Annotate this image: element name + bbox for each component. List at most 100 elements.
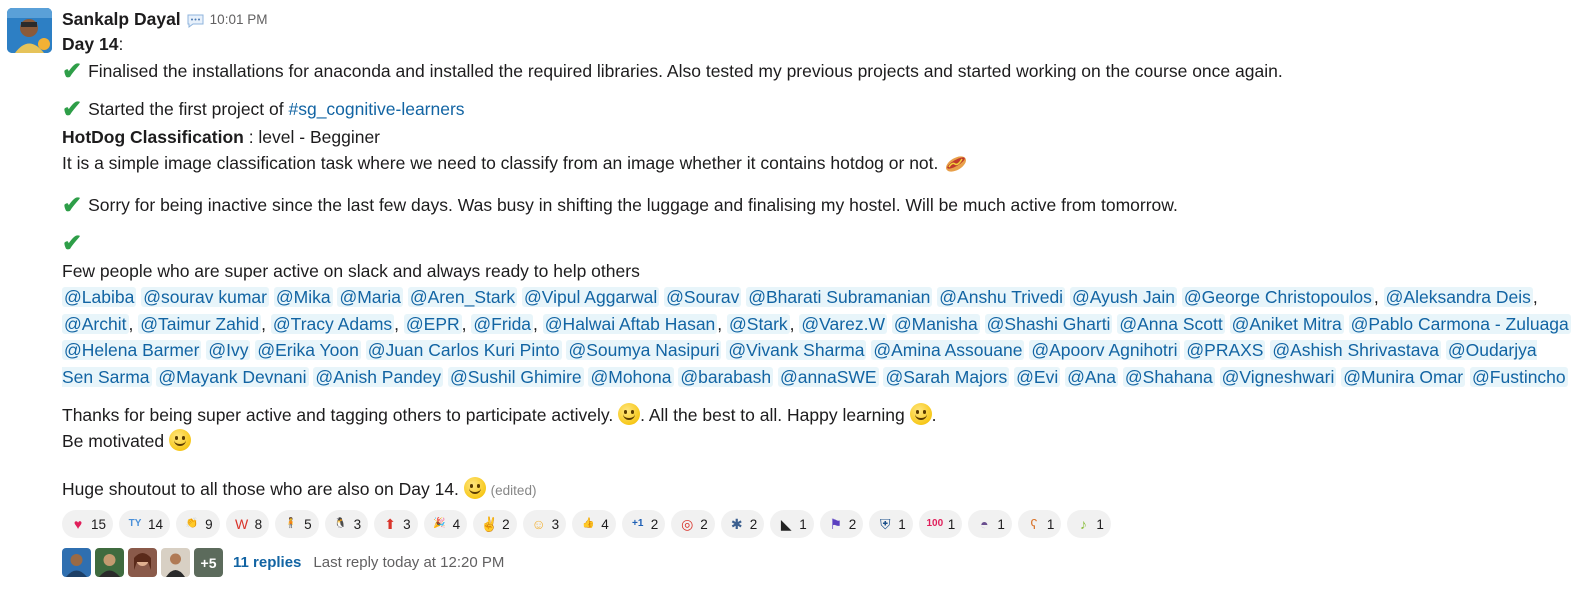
reaction-pill[interactable]: TY 14 — [119, 510, 171, 539]
shield-icon: ⛨ — [880, 516, 891, 533]
user-mention[interactable]: @Helena Barmer — [62, 340, 202, 361]
reaction-pill[interactable]: ♥ 15 — [62, 510, 114, 539]
reaction-pill[interactable]: ◎ 2 — [671, 510, 715, 539]
user-mention[interactable]: @Stark — [727, 313, 790, 334]
user-mention[interactable]: @Sarah Majors — [883, 367, 1010, 388]
replies-link[interactable]: 11 replies — [233, 554, 301, 571]
user-mention[interactable]: @Evi — [1014, 367, 1061, 388]
reaction-count: 3 — [403, 516, 411, 532]
user-mention[interactable]: @Halwai Aftab Hasan — [542, 313, 718, 334]
reaction-pill[interactable]: ✱ 2 — [720, 510, 765, 539]
reaction-pill[interactable]: ⬆ 3 — [374, 510, 418, 539]
user-mention[interactable]: @Soumya Nasipuri — [566, 340, 722, 361]
reaction-pill[interactable]: ʕ1 — [1017, 510, 1062, 539]
reaction-pill[interactable]: 🐧 3 — [324, 510, 369, 539]
reply-avatar — [95, 548, 124, 578]
reaction-pill[interactable]: ♪ 1 — [1067, 510, 1111, 539]
user-mention[interactable]: @Frida — [471, 313, 534, 334]
reaction-count: 2 — [848, 516, 857, 532]
more-avatars-badge: +5 — [194, 548, 223, 578]
thanks-text-a: Thanks for being super active and taggin… — [62, 404, 619, 425]
message-header: Sankalp Dayal 10:01 PM — [62, 7, 1572, 31]
project-level: : level - Begginer — [243, 126, 381, 147]
user-mention[interactable]: @Taimur Zahid — [138, 313, 262, 334]
reaction-pill[interactable]: ☺ 3 — [522, 510, 567, 539]
user-mention[interactable]: @Munira Omar — [1341, 367, 1466, 388]
user-mention[interactable]: @Varez.W — [799, 313, 887, 334]
user-mention[interactable]: @Fustincho — [1470, 367, 1568, 388]
user-mention[interactable]: @Aleksandra Deis — [1383, 287, 1533, 307]
project-line: HotDog Classification : level - Begginer — [62, 124, 1572, 151]
user-mention[interactable]: @annaSWE — [778, 367, 879, 388]
user-mention[interactable]: @Vipul Aggarwal — [522, 287, 660, 307]
check-mark-icon: ✔ — [62, 230, 83, 257]
day-colon: : — [118, 34, 124, 54]
user-mention[interactable]: @Ashish Shrivastava — [1270, 340, 1441, 361]
user-mention[interactable]: @Aren_Stark — [407, 287, 518, 307]
reaction-pill[interactable]: 🎉 4 — [423, 510, 468, 539]
user-mention[interactable]: @Shashi Gharti — [984, 313, 1113, 334]
user-mention[interactable]: @Anna Scott — [1117, 313, 1225, 334]
user-mention[interactable]: @Maria — [337, 287, 403, 307]
user-mention[interactable]: @Labiba — [62, 287, 137, 307]
user-mention[interactable]: @Erika Yoon — [255, 340, 361, 361]
message: Sankalp Dayal 10:01 PM Day 14: ✔ Finalise… — [0, 0, 1582, 614]
user-mention[interactable]: @Ayush Jain — [1069, 287, 1178, 307]
reaction-count: 14 — [148, 516, 164, 532]
reaction-pill[interactable]: W8 — [225, 510, 270, 539]
channel-link[interactable]: #sg_cognitive-learners — [288, 99, 464, 119]
reaction-pill[interactable]: ◣ 1 — [770, 510, 814, 539]
mention-list: @Labiba @sourav kumar @Mika @Maria @Aren… — [62, 287, 1571, 388]
thanks-text-c: . — [931, 404, 937, 425]
user-mention[interactable]: @Ana — [1065, 367, 1119, 388]
project-title: HotDog Classification — [62, 126, 244, 147]
author-name[interactable]: Sankalp Dayal — [62, 9, 181, 30]
w-badge-icon: W — [234, 516, 249, 533]
shoutout-line: Huge shoutout to all those who are also … — [62, 476, 1572, 505]
user-mention[interactable]: @EPR — [403, 313, 462, 334]
user-mention[interactable]: @Sushil Ghimire — [448, 367, 584, 388]
plus-one-icon: +1 — [632, 518, 644, 530]
user-mention[interactable]: @Tracy Adams — [270, 313, 395, 334]
timestamp[interactable]: 10:01 PM — [210, 12, 268, 27]
user-mention[interactable]: @Amina Assouane — [871, 340, 1025, 361]
reaction-pill[interactable]: +1 2 — [621, 510, 666, 539]
user-mention[interactable]: @Vivank Sharma — [726, 340, 867, 361]
user-mention[interactable]: @sourav kumar — [141, 287, 269, 307]
clapping-hands-icon: 👏 — [185, 518, 199, 530]
user-mention[interactable]: @barabash — [678, 367, 774, 388]
reaction-pill[interactable]: ⚑ 2 — [819, 510, 864, 539]
reaction-pill[interactable]: 🧍 5 — [275, 510, 319, 539]
user-mention[interactable]: @Anish Pandey — [313, 367, 444, 388]
user-mention[interactable]: @George Christopoulos — [1181, 287, 1374, 307]
user-mention[interactable]: @PRAXS — [1184, 340, 1266, 361]
user-mention[interactable]: @Shahana — [1122, 367, 1215, 388]
reaction-pill[interactable]: 👍 4 — [572, 510, 616, 539]
slightly-smiling-face-icon — [909, 402, 932, 425]
user-mention[interactable]: @Apoorv Agnihotri — [1029, 340, 1180, 361]
thanks-line: Thanks for being super active and taggin… — [62, 402, 1572, 429]
user-mention[interactable]: @Vigneshwari — [1219, 367, 1337, 388]
reaction-pill[interactable]: ◓ 1 — [968, 510, 1012, 539]
reaction-pill[interactable]: 100 1 — [918, 510, 963, 539]
user-mention[interactable]: @Mayank Devnani — [156, 367, 309, 388]
line1-text: Finalised the installations for anaconda… — [88, 60, 1283, 81]
user-mention[interactable]: @Archit — [62, 313, 129, 334]
user-mention[interactable]: @Manisha — [891, 313, 980, 334]
user-mention[interactable]: @Anshu Trivedi — [937, 287, 1066, 307]
user-mention[interactable]: @Ivy — [206, 340, 251, 361]
reaction-pill[interactable]: ⛨ 1 — [869, 510, 913, 539]
user-mention[interactable]: @Mika — [273, 287, 333, 307]
reply-avatar — [161, 548, 190, 578]
reaction-pill[interactable]: ✌ 2 — [473, 510, 517, 539]
reaction-pill[interactable]: 👏 9 — [176, 510, 220, 539]
thread-summary[interactable]: +5 11 replies Last reply today at 12:20 … — [62, 548, 1572, 578]
author-avatar[interactable] — [7, 8, 52, 53]
user-mention[interactable]: @Pablo Carmona - Zuluaga — [1348, 313, 1571, 334]
user-mention[interactable]: @Sourav — [664, 287, 742, 307]
user-mention[interactable]: @Juan Carlos Kuri Pinto — [365, 340, 562, 361]
user-mention[interactable]: @Aniket Mitra — [1229, 313, 1344, 334]
check-mark-icon: ✔ — [62, 96, 83, 123]
user-mention[interactable]: @Bharati Subramanian — [746, 287, 933, 307]
user-mention[interactable]: @Mohona — [588, 367, 674, 388]
